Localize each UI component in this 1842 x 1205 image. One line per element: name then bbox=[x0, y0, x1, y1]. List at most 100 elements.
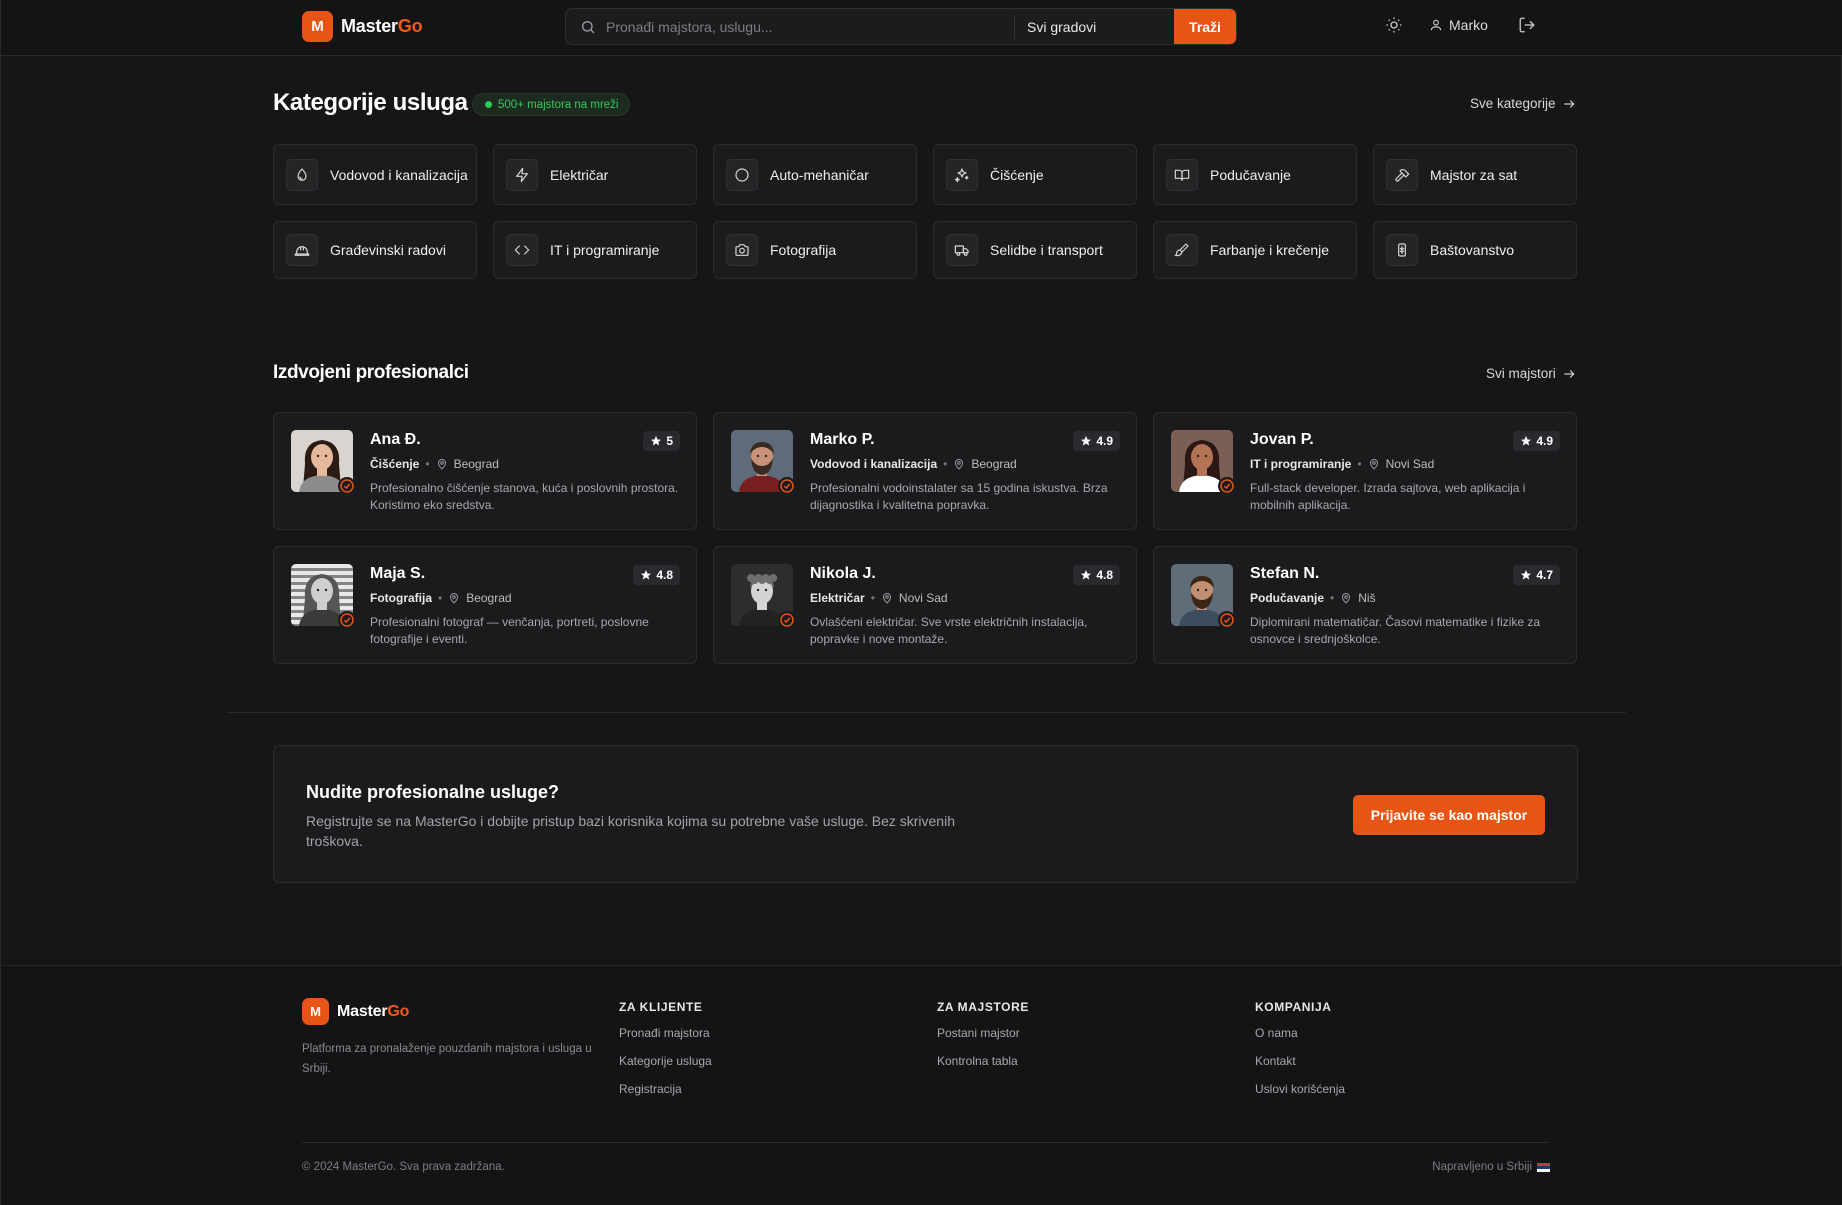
professional-city: Novi Sad bbox=[1385, 457, 1435, 471]
rating-badge: 4.9 bbox=[1513, 431, 1560, 451]
star-icon bbox=[1521, 436, 1532, 446]
category-card[interactable]: Auto-mehaničar bbox=[713, 144, 917, 205]
category-label: Električar bbox=[550, 166, 609, 183]
footer-column-clients: ZA KLIJENTE Pronađi majstora Kategorije … bbox=[619, 1000, 712, 1110]
brand-prefix: Master bbox=[337, 1002, 388, 1020]
logout-icon[interactable] bbox=[1518, 16, 1536, 34]
rating-badge: 5 bbox=[643, 431, 680, 451]
search-input[interactable] bbox=[606, 18, 1006, 35]
meta-separator: • bbox=[438, 591, 443, 605]
droplet-icon bbox=[297, 167, 307, 181]
category-card[interactable]: Električar bbox=[493, 144, 697, 205]
all-masters-link[interactable]: Svi majstori bbox=[1486, 366, 1576, 381]
category-card[interactable]: Čišćenje bbox=[933, 144, 1137, 205]
all-categories-link[interactable]: Sve kategorije bbox=[1470, 96, 1576, 111]
verified-check-icon bbox=[1220, 479, 1234, 493]
professional-name: Stefan N. bbox=[1250, 565, 1320, 582]
professional-meta: Podučavanje • Niš bbox=[1250, 591, 1376, 605]
professional-description: Profesionalno čišćenje stanova, kuća i p… bbox=[370, 481, 679, 512]
footer-logo[interactable]: M MasterGo bbox=[302, 998, 409, 1025]
category-card[interactable]: Baštovanstvo bbox=[1373, 221, 1577, 279]
category-icon-box bbox=[726, 158, 758, 191]
rating-value: 4.8 bbox=[656, 568, 673, 582]
footer-link[interactable]: Kategorije usluga bbox=[619, 1054, 712, 1068]
copyright: © 2024 MasterGo. Sva prava zadržana. bbox=[302, 1161, 505, 1173]
user-name: Marko bbox=[1449, 17, 1488, 33]
footer-link[interactable]: Kontakt bbox=[1255, 1054, 1345, 1068]
footer-link[interactable]: O nama bbox=[1255, 1026, 1345, 1040]
meta-separator: • bbox=[425, 457, 430, 471]
category-label: Fotografija bbox=[770, 242, 837, 258]
register-as-master-button[interactable]: Prijavite se kao majstor bbox=[1353, 795, 1545, 835]
meta-separator: • bbox=[1330, 591, 1335, 605]
category-label: Auto-mehaničar bbox=[770, 166, 869, 183]
page: M MasterGo Svi gradovi Traži Marko Kateg… bbox=[0, 0, 1842, 1205]
brand-name: MasterGo bbox=[337, 1003, 409, 1021]
professional-card[interactable]: Ana Đ. 5 Čišćenje • Beograd Profesionalno čiš… bbox=[273, 412, 697, 530]
brand-accent: Go bbox=[387, 1002, 410, 1020]
category-card[interactable]: Vodovod i kanalizacija bbox=[273, 144, 477, 205]
category-card[interactable]: Majstor za sat bbox=[1373, 144, 1577, 205]
category-icon-box bbox=[726, 234, 758, 266]
professional-card[interactable]: Maja S. 4.8 Fotografija • Beograd Profesional… bbox=[273, 546, 697, 664]
location-pin-icon bbox=[1342, 593, 1351, 604]
categories-title: Kategorije usluga bbox=[273, 89, 468, 116]
meta-separator: • bbox=[870, 591, 875, 605]
rating-badge: 4.8 bbox=[633, 565, 680, 585]
brand-prefix: Master bbox=[341, 16, 398, 36]
professional-card[interactable]: Nikola J. 4.8 Električar • Novi Sad Ovlašćeni… bbox=[713, 546, 1137, 664]
verified-check-icon bbox=[780, 479, 794, 493]
serbia-flag-icon bbox=[1537, 1162, 1550, 1172]
verified-badge bbox=[1218, 611, 1236, 629]
location-pin-icon bbox=[1369, 459, 1378, 470]
rating-value: 5 bbox=[666, 434, 673, 448]
logo-mark: M bbox=[302, 998, 329, 1025]
verified-badge bbox=[338, 611, 356, 629]
theme-toggle-sun-icon[interactable] bbox=[1385, 16, 1403, 34]
city-select[interactable]: Svi gradovi bbox=[1014, 15, 1170, 39]
top-navigation-bar: M MasterGo Svi gradovi Traži Marko bbox=[1, 0, 1842, 56]
location-pin-icon bbox=[437, 459, 446, 470]
category-card[interactable]: Selidbe i transport bbox=[933, 221, 1137, 279]
rating-badge: 4.9 bbox=[1073, 431, 1120, 451]
professional-category: IT i programiranje bbox=[1250, 457, 1352, 471]
sparkles-icon bbox=[954, 167, 969, 182]
category-icon-box bbox=[1166, 158, 1198, 191]
professional-description: Profesionalni vodoinstalater sa 15 godin… bbox=[810, 481, 1108, 512]
star-icon bbox=[641, 570, 652, 580]
circle-icon bbox=[735, 167, 749, 182]
category-card[interactable]: Farbanje i krečenje bbox=[1153, 221, 1357, 279]
footer-link[interactable]: Kontrolna tabla bbox=[937, 1054, 1029, 1068]
verified-check-icon bbox=[780, 613, 794, 627]
brand-logo[interactable]: M MasterGo bbox=[302, 11, 423, 42]
footer-link[interactable]: Postani majstor bbox=[937, 1026, 1029, 1040]
section-divider bbox=[226, 712, 1626, 713]
professional-card[interactable]: Marko P. 4.9 Vodovod i kanalizacija • Beogra… bbox=[713, 412, 1137, 530]
category-card[interactable]: Fotografija bbox=[713, 221, 917, 279]
professional-category: Fotografija bbox=[370, 591, 432, 605]
category-label: Baštovanstvo bbox=[1430, 242, 1515, 258]
category-label: Vodovod i kanalizacija bbox=[330, 166, 468, 183]
professional-meta: Vodovod i kanalizacija • Beograd bbox=[810, 457, 1017, 471]
footer-link[interactable]: Registracija bbox=[619, 1082, 712, 1096]
footer-divider bbox=[302, 1142, 1549, 1143]
professional-category: Električar bbox=[810, 591, 865, 605]
hard-hat-icon bbox=[294, 246, 310, 256]
professional-card[interactable]: Stefan N. 4.7 Podučavanje • Niš Diplomirani m… bbox=[1153, 546, 1577, 664]
search-button[interactable]: Traži bbox=[1174, 9, 1236, 44]
footer-link[interactable]: Pronađi majstora bbox=[619, 1026, 712, 1040]
cta-title: Nudite profesionalne usluge? bbox=[306, 782, 560, 802]
search-icon bbox=[582, 20, 595, 33]
user-menu[interactable]: Marko bbox=[1429, 17, 1488, 33]
category-card[interactable]: IT i programiranje bbox=[493, 221, 697, 279]
verified-badge bbox=[338, 477, 356, 495]
location-pin-icon bbox=[450, 593, 459, 604]
footer-link[interactable]: Uslovi korišćenja bbox=[1255, 1082, 1345, 1096]
professional-card[interactable]: Jovan P. 4.9 IT i programiranje • Novi Sad Fu… bbox=[1153, 412, 1577, 530]
star-icon bbox=[1081, 436, 1092, 446]
category-card[interactable]: Podučavanje bbox=[1153, 144, 1357, 205]
category-label: Čišćenje bbox=[990, 166, 1044, 183]
professional-city: Novi Sad bbox=[898, 591, 948, 605]
rating-badge: 4.7 bbox=[1513, 565, 1560, 585]
category-card[interactable]: Građevinski radovi bbox=[273, 221, 477, 279]
